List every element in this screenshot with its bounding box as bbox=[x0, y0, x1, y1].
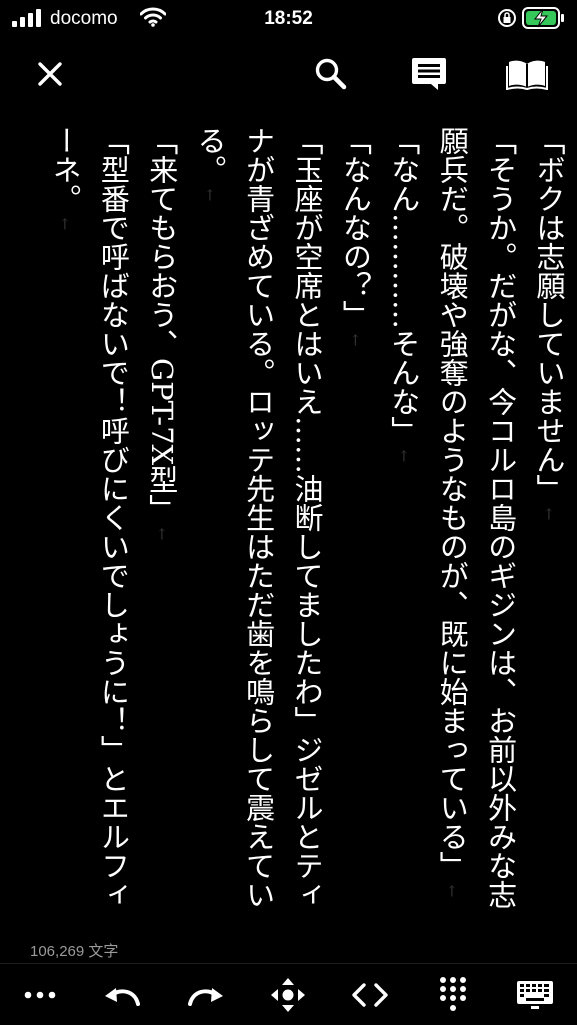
move-cursor-button[interactable] bbox=[263, 964, 313, 1025]
redo-icon bbox=[188, 987, 223, 1006]
keypad-icon bbox=[440, 976, 466, 1011]
bottom-toolbar bbox=[0, 963, 577, 1025]
search-icon bbox=[315, 58, 347, 90]
more-button[interactable] bbox=[15, 964, 65, 1025]
battery-charging-icon bbox=[522, 7, 564, 29]
comment-button[interactable] bbox=[404, 42, 454, 106]
top-toolbar bbox=[0, 42, 577, 106]
keypad-button[interactable] bbox=[428, 964, 478, 1025]
close-icon bbox=[38, 62, 62, 86]
redo-button[interactable] bbox=[180, 964, 230, 1025]
comment-icon bbox=[412, 58, 446, 90]
book-button[interactable] bbox=[502, 42, 552, 106]
vertical-text[interactable]: 「ボクは志願していません」 「そうか。だがな、今コルロ島のギジンは、お前以外みな… bbox=[41, 126, 573, 936]
paragraph: 「なん…………そんな」 bbox=[379, 126, 427, 936]
clock: 18:52 bbox=[264, 8, 313, 29]
more-icon bbox=[24, 991, 56, 998]
undo-button[interactable] bbox=[98, 964, 148, 1025]
book-icon bbox=[506, 60, 548, 90]
character-count: 106,269 文字 bbox=[30, 943, 119, 960]
paragraph: 「玉座が空席とはいえ……油断してましたわ」ジゼルとティナが青ざめている。ロッテ先… bbox=[186, 126, 331, 936]
paragraph: 「なんなの？」 bbox=[331, 126, 379, 936]
move-cursor-icon bbox=[271, 977, 305, 1012]
paragraph: 「来てもらおう、GPT-7X型」 bbox=[137, 126, 185, 936]
rotation-lock-icon bbox=[498, 9, 516, 27]
paragraph: 「ボクは志願していません」 bbox=[525, 126, 573, 936]
code-brackets-icon bbox=[352, 982, 388, 1007]
search-button[interactable] bbox=[306, 42, 356, 106]
keyboard-icon bbox=[517, 980, 553, 1009]
keyboard-button[interactable] bbox=[510, 964, 560, 1025]
status-bar: docomo 18:52 bbox=[0, 0, 577, 40]
code-brackets-button[interactable] bbox=[345, 964, 395, 1025]
paragraph: 「型番で呼ばないで！呼びにくいでしょうに！」とエルフィーネ。 bbox=[41, 126, 138, 936]
text-content-area[interactable]: 「ボクは志願していません」 「そうか。だがな、今コルロ島のギジンは、お前以外みな… bbox=[4, 126, 573, 936]
close-button[interactable] bbox=[25, 42, 75, 106]
undo-icon bbox=[105, 987, 140, 1006]
paragraph: 「そうか。だがな、今コルロ島のギジンは、お前以外みな志願兵だ。破壊や強奪のような… bbox=[428, 126, 525, 936]
